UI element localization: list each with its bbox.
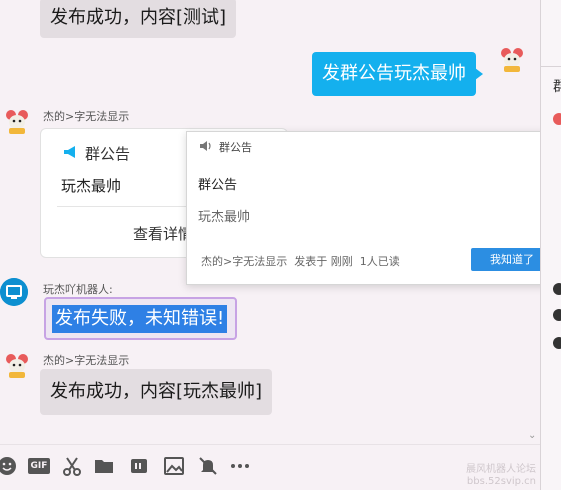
member-avatar-icon[interactable] xyxy=(552,308,561,322)
mute-bell-icon[interactable] xyxy=(197,455,219,477)
popup-read-count: 1人已读 xyxy=(359,255,400,268)
mouse-avatar-icon[interactable] xyxy=(3,352,31,380)
gif-icon[interactable]: GIF xyxy=(28,458,50,474)
message-text: 发布成功，内容[玩杰最帅] xyxy=(50,381,263,402)
input-toolbar: GIF 晨风机器人论坛 bbs.52svip.cn xyxy=(0,444,540,490)
mouse-avatar-icon[interactable] xyxy=(3,108,31,136)
mouse-avatar-icon[interactable] xyxy=(552,112,561,126)
message-text: 发布成功，内容[测试] xyxy=(50,7,227,28)
mouse-avatar-icon[interactable] xyxy=(498,46,526,74)
card-title: 群公告 xyxy=(85,145,131,163)
watermark-line2: bbs.52svip.cn xyxy=(466,476,536,487)
view-details-link[interactable]: 查看详情 xyxy=(133,223,193,244)
sent-message-bubble[interactable]: 发群公告玩杰最帅 xyxy=(312,52,483,96)
megaphone-icon xyxy=(64,146,75,158)
member-avatar-icon[interactable] xyxy=(552,336,561,350)
popup-title: 群公告 xyxy=(198,178,238,193)
quote-icon[interactable] xyxy=(128,455,150,477)
selected-message-text[interactable]: 发布失败，未知错误! xyxy=(52,305,228,333)
sender-name: 杰的>字无法显示 xyxy=(43,110,130,123)
forum-watermark: 晨风机器人论坛 bbs.52svip.cn xyxy=(466,464,536,488)
popup-content: 玩杰最帅 xyxy=(198,210,251,225)
speaker-icon xyxy=(200,141,211,151)
failed-message-bubble[interactable]: 发布失败，未知错误! xyxy=(44,297,237,340)
message-bubble[interactable]: 发布成功，内容[玩杰最帅] xyxy=(40,369,273,415)
sidebar-header-fragment: 群 xyxy=(553,79,561,95)
more-icon[interactable] xyxy=(229,455,251,477)
announcement-popup: 群公告 群公告 玩杰最帅 杰的>字无法显示 发表于 刚刚 1人已读 我知道了 xyxy=(186,131,556,285)
watermark-line1: 晨风机器人论坛 xyxy=(466,464,536,475)
card-content: 玩杰最帅 xyxy=(61,177,122,195)
popup-meta: 杰的>字无法显示 发表于 刚刚 1人已读 xyxy=(201,253,400,269)
gif-label: GIF xyxy=(30,461,48,471)
emoji-icon[interactable] xyxy=(0,455,18,477)
popup-author: 杰的>字无法显示 xyxy=(201,255,288,268)
image-icon[interactable] xyxy=(163,455,185,477)
popup-header: 群公告 xyxy=(219,141,252,154)
member-sidebar: 群 xyxy=(540,0,561,490)
sender-name: 杰的>字无法显示 xyxy=(43,354,130,367)
member-avatar-icon[interactable] xyxy=(552,282,561,296)
folder-icon[interactable] xyxy=(93,455,115,477)
collapse-arrow-icon[interactable]: ⌄ xyxy=(528,430,536,441)
message-text: 发群公告玩杰最帅 xyxy=(322,63,466,84)
scissors-icon[interactable] xyxy=(61,455,83,477)
popup-posted: 发表于 刚刚 xyxy=(294,255,353,268)
divider xyxy=(541,66,561,67)
robot-avatar-icon[interactable] xyxy=(0,278,28,306)
sender-name: 玩杰吖机器人: xyxy=(43,283,113,296)
message-bubble[interactable]: 发布成功，内容[测试] xyxy=(40,0,237,38)
